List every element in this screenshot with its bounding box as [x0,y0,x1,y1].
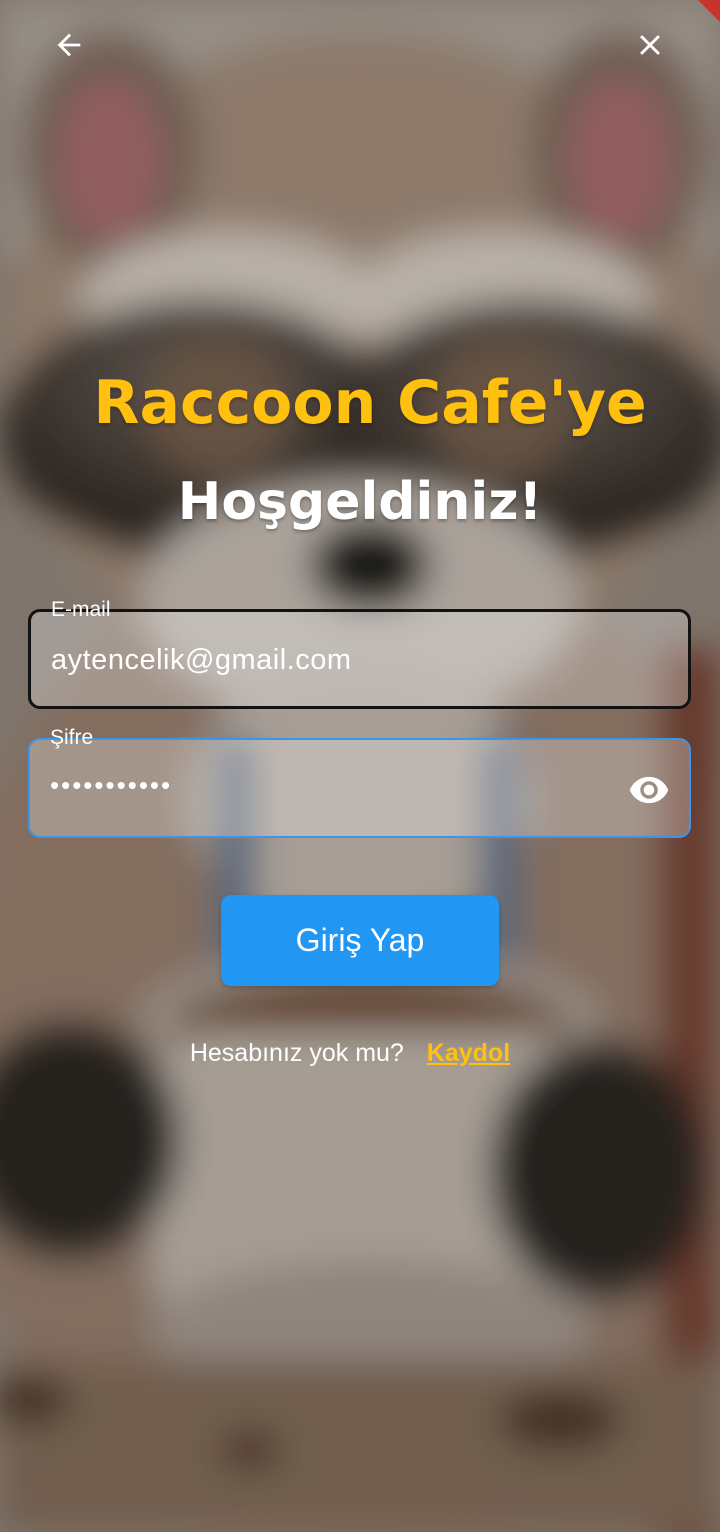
signup-prompt: Hesabınız yok mu? [189,1039,404,1067]
email-field[interactable]: E-mail aytencelik@gmail.com [28,598,691,709]
debug-banner-corner [698,0,720,22]
back-button[interactable] [46,22,92,68]
password-visibility-toggle[interactable] [627,768,671,812]
login-screen: Raccoon Cafe'ye Hoşgeldiniz! E-mail ayte… [0,0,720,1532]
password-label: Şifre [50,726,94,749]
close-icon [640,35,660,55]
email-input[interactable]: aytencelik@gmail.com [51,644,352,677]
close-button[interactable] [627,22,673,68]
email-label: E-mail [51,598,111,621]
password-field[interactable]: Şifre ••••••••••• [28,726,691,838]
welcome-subtitle: Hoşgeldiniz! [177,472,543,532]
arrow-left-icon [57,33,81,57]
signup-row: Hesabınız yok mu? Kaydol [0,1039,700,1068]
signup-link[interactable]: Kaydol [427,1039,510,1068]
eye-icon [629,776,669,804]
welcome-title: Raccoon Cafe'ye [93,368,647,438]
password-input[interactable]: ••••••••••• [50,770,172,801]
login-button[interactable]: Giriş Yap [221,895,499,986]
